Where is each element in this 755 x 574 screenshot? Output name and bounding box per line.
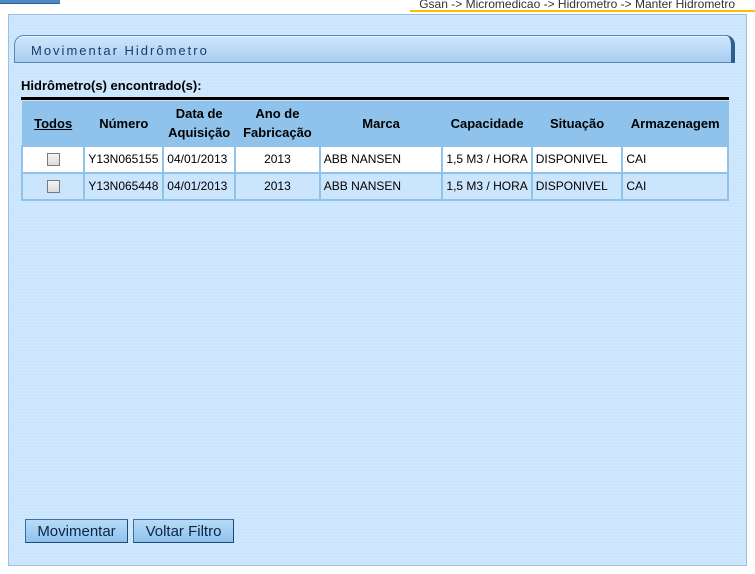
column-header-numero: Número — [83, 101, 164, 146]
row-select-cell — [20, 144, 86, 174]
cell-capacidade: 1,5 M3 / HORA — [441, 171, 533, 201]
panel-title-bar: Movimentar Hidrômetro — [14, 35, 735, 63]
cell-marca: ABB NANSEN — [318, 144, 444, 174]
panel-title: Movimentar Hidrômetro — [31, 43, 209, 58]
results-label: Hidrômetro(s) encontrado(s): — [21, 78, 202, 93]
cell-ano-fabricacao: 2013 — [234, 171, 321, 201]
cell-situacao: DISPONIVEL — [530, 171, 624, 201]
cell-data-aquisicao: 04/01/2013 — [162, 171, 237, 201]
cell-data-aquisicao: 04/01/2013 — [162, 144, 237, 174]
results-table: Todos Número Data de Aquisição Ano de Fa… — [20, 101, 729, 201]
column-header-data-aquisicao: Data de Aquisição — [162, 101, 236, 146]
select-all-link[interactable]: Todos — [21, 101, 85, 146]
column-header-ano-fabricacao: Ano de Fabricação — [234, 101, 321, 146]
results-divider — [21, 97, 729, 100]
top-strip: Gsan -> Micromedicao -> Hidrometro -> Ma… — [0, 0, 755, 12]
cell-numero: Y13N065448 — [83, 171, 165, 201]
table-header-row: Todos Número Data de Aquisição Ano de Fa… — [21, 101, 729, 146]
cell-armazenagem: CAI — [621, 171, 729, 201]
column-header-armazenagem: Armazenagem — [621, 101, 729, 146]
cell-marca: ABB NANSEN — [318, 171, 444, 201]
breadcrumb: Gsan -> Micromedicao -> Hidrometro -> Ma… — [419, 0, 735, 11]
top-tab-decoration — [0, 0, 60, 4]
cell-numero: Y13N065155 — [83, 144, 165, 174]
cell-capacidade: 1,5 M3 / HORA — [441, 144, 533, 174]
row-select-cell — [20, 171, 86, 201]
main-panel: Movimentar Hidrômetro Hidrômetro(s) enco… — [8, 14, 747, 566]
row-checkbox[interactable] — [46, 153, 60, 167]
row-checkbox[interactable] — [46, 180, 60, 194]
column-header-situacao: Situação — [531, 101, 623, 146]
column-header-marca: Marca — [319, 101, 443, 146]
cell-armazenagem: CAI — [621, 144, 729, 174]
cell-situacao: DISPONIVEL — [530, 144, 624, 174]
title-bar-corner — [719, 35, 735, 63]
cell-ano-fabricacao: 2013 — [234, 144, 321, 174]
movimentar-button[interactable]: Movimentar — [25, 519, 128, 543]
column-header-capacidade: Capacidade — [441, 101, 533, 146]
voltar-filtro-button[interactable]: Voltar Filtro — [133, 519, 234, 543]
table-row: Y13N065155 04/01/2013 2013 ABB NANSEN 1,… — [20, 144, 729, 174]
table-row: Y13N065448 04/01/2013 2013 ABB NANSEN 1,… — [20, 171, 729, 201]
